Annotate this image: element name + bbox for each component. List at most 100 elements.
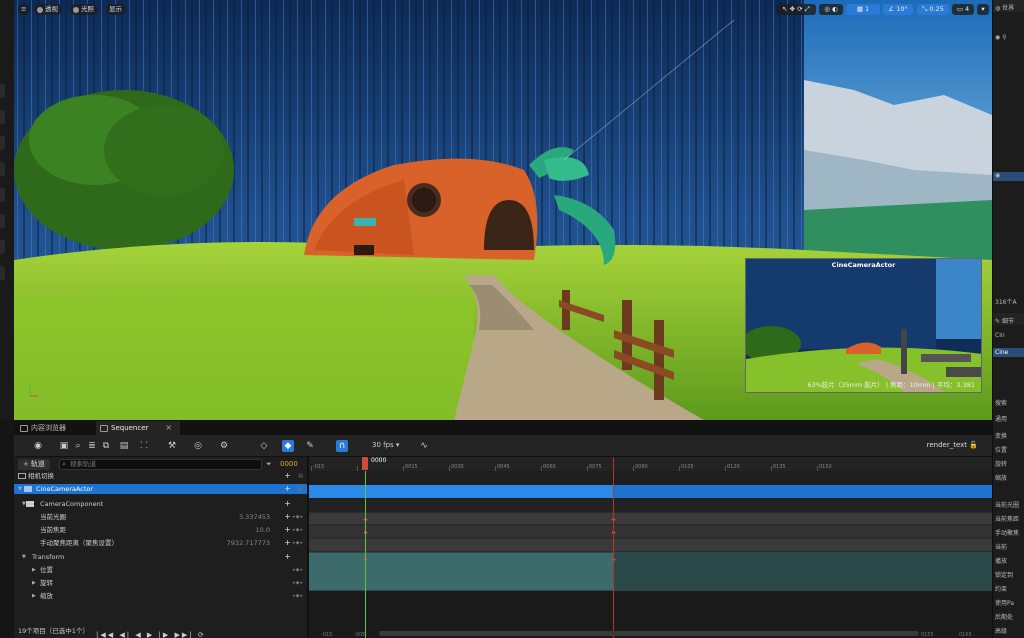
section-bar[interactable] (309, 526, 992, 537)
track-row-subtrack[interactable]: ▶ 旋转 ◂◆▸ (14, 578, 307, 588)
key-nav-icon[interactable]: ◂◆▸ (292, 565, 304, 575)
transport-controls[interactable]: |◀◀ ◀| ◀ ▶ |▶ ▶▶| ⟳ (96, 631, 206, 638)
track-lane[interactable] (309, 552, 992, 591)
side-tab[interactable] (0, 266, 5, 280)
curve-editor-icon[interactable]: ∿ (418, 440, 430, 452)
track-row-subtrack[interactable]: ▶ 位置 ◂◆▸ (14, 565, 307, 575)
key-nav-icon[interactable]: ◂◆▸ (292, 512, 304, 522)
side-tab[interactable] (0, 162, 5, 176)
details-component[interactable]: Cine (995, 349, 1008, 356)
filter-icon[interactable]: ⏷ (266, 460, 272, 469)
tab-sequencer[interactable]: Sequencer × (96, 421, 181, 435)
frame-rate-selector[interactable]: 30 fps ▾ (372, 441, 399, 449)
track-value[interactable]: 10.0 (256, 525, 270, 535)
collapse-arrow-icon[interactable]: ▶ (32, 591, 36, 601)
angle-snap-button[interactable]: ∠ 10° (883, 4, 913, 15)
details-search[interactable]: 搜索 (995, 398, 1007, 407)
render-icon[interactable]: ⧉ (100, 440, 112, 452)
add-icon[interactable]: + (284, 525, 291, 535)
close-icon[interactable]: × (165, 421, 172, 435)
side-tab[interactable] (0, 188, 5, 202)
key-nav-icon[interactable]: ◂◆▸ (292, 538, 304, 548)
track-lane[interactable] (309, 525, 992, 538)
expand-arrow-icon[interactable]: ▼ (18, 484, 22, 494)
track-search-input[interactable]: ⌕ 搜索轨道 (59, 459, 262, 470)
details-tab-general[interactable]: 通用 (995, 414, 1007, 423)
add-icon[interactable]: + (284, 512, 291, 522)
camera-speed-button[interactable]: ▭ 4 (952, 4, 974, 15)
add-icon[interactable]: + (284, 484, 291, 494)
add-icon[interactable]: + (284, 499, 291, 509)
add-icon[interactable]: + (284, 552, 291, 562)
camera-lock-icon[interactable]: ▤ (118, 440, 130, 452)
track-row-property[interactable]: 当前焦距 10.0 + ◂◆▸ (14, 525, 307, 535)
list-icon[interactable]: ≣ (86, 440, 98, 452)
key-nav-icon[interactable]: ◂◆▸ (292, 525, 304, 535)
track-lane[interactable] (309, 471, 992, 484)
auto-key-icon[interactable]: ◆ (282, 440, 294, 452)
playback-options-icon[interactable]: ⚙ (218, 440, 230, 452)
current-frame-field[interactable]: 0000 (280, 459, 306, 470)
track-row-track[interactable]: 相机切换 + ▤ (14, 471, 307, 481)
world-settings-icon[interactable]: ◉ (32, 440, 44, 452)
lit-button[interactable]: 光照 (70, 4, 98, 15)
tools-icon[interactable]: ⚒ (166, 440, 178, 452)
key-interp-icon[interactable]: ◇ (258, 440, 270, 452)
track-row-component[interactable]: ▼ CameraComponent + (14, 499, 307, 509)
side-tab[interactable] (0, 84, 5, 98)
end-frame-marker[interactable] (613, 457, 614, 638)
level-viewport[interactable]: ≡ 透视 光照 显示 ↖ ✥ ⟳ ⤢ ◎ ◐ ▦ 1 ∠ 10° ⤡ 0.25 … (14, 0, 992, 420)
key-nav-icon[interactable]: ◂◆▸ (292, 591, 304, 601)
track-value[interactable]: 3.337453 (239, 512, 270, 522)
track-value[interactable]: 7932.717773 (227, 538, 270, 548)
timeline-area[interactable]: -015 0015 0030 0045 0060 0075 0090 0105 0120 0135… (309, 457, 992, 638)
world-local-toggle[interactable]: ◎ ◐ (819, 4, 843, 15)
add-icon[interactable]: + (284, 471, 291, 481)
track-row-actor[interactable]: ▼ CineCameraActor + ▤ (14, 484, 307, 494)
track-row-property[interactable]: 手动聚焦距离（聚焦设置） 7932.717773 + ◂◆▸ (14, 538, 307, 548)
keyframe-settings-icon[interactable]: ⸬ (138, 440, 150, 452)
section-bar[interactable] (309, 513, 992, 524)
track-lane[interactable] (309, 538, 992, 552)
track-lane[interactable] (309, 512, 992, 525)
viewport-options-button[interactable]: ▾ (977, 4, 989, 15)
show-button[interactable]: 显示 (106, 4, 126, 15)
snap-icon[interactable]: ∩ (336, 440, 348, 452)
key-nav-icon[interactable]: ◂◆▸ (292, 578, 304, 588)
perspective-button[interactable]: 透视 (34, 4, 62, 15)
side-tab[interactable] (0, 214, 5, 228)
section-bar[interactable] (309, 539, 992, 551)
find-asset-icon[interactable]: ⌕ (72, 440, 84, 452)
track-row-property[interactable]: 当前光圈 3.337453 + ◂◆▸ (14, 512, 307, 522)
viewport-menu-button[interactable]: ≡ (18, 4, 30, 15)
track-lane[interactable] (309, 484, 992, 499)
details-actor-name[interactable]: Cin (995, 332, 1005, 339)
transform-tools[interactable]: ↖ ✥ ⟳ ⤢ (776, 4, 816, 15)
playhead-handle[interactable] (362, 457, 368, 470)
track-lane[interactable] (309, 499, 992, 512)
track-options-icon[interactable]: ▤ (298, 484, 304, 494)
track-row-transform[interactable]: ▼ Transform + (14, 552, 307, 562)
save-icon[interactable]: ▣ (58, 440, 70, 452)
collapse-arrow-icon[interactable]: ▶ (32, 578, 36, 588)
tab-content-browser[interactable]: 内容浏览器 (16, 421, 74, 435)
side-tab[interactable] (0, 240, 5, 254)
eye-icon[interactable]: ◉ (995, 172, 1000, 179)
visibility-column[interactable]: ◉ ⚲ (995, 34, 1007, 41)
track-row-subtrack[interactable]: ▶ 缩放 ◂◆▸ (14, 591, 307, 601)
collapse-arrow-icon[interactable]: ▶ (32, 565, 36, 575)
add-icon[interactable]: + (284, 538, 291, 548)
side-tab[interactable] (0, 110, 5, 124)
lock-icon[interactable]: 🔓 (969, 441, 978, 449)
view-options-icon[interactable]: ◎ (192, 440, 204, 452)
section-bar[interactable] (309, 485, 613, 498)
edit-mode-icon[interactable]: ✎ (304, 440, 316, 452)
add-track-button[interactable]: + 轨道 (18, 459, 50, 470)
side-tab[interactable] (0, 136, 5, 150)
track-options-icon[interactable]: ▤ (298, 471, 304, 481)
scale-snap-button[interactable]: ⤡ 0.25 (917, 4, 949, 15)
grid-snap-button[interactable]: ▦ 1 (846, 4, 880, 15)
time-ruler[interactable]: -015 0015 0030 0045 0060 0075 0090 0105 0120 0135… (309, 457, 992, 472)
timeline-scrollbar[interactable] (379, 631, 919, 636)
expand-arrow-icon[interactable]: ▼ (22, 552, 26, 562)
